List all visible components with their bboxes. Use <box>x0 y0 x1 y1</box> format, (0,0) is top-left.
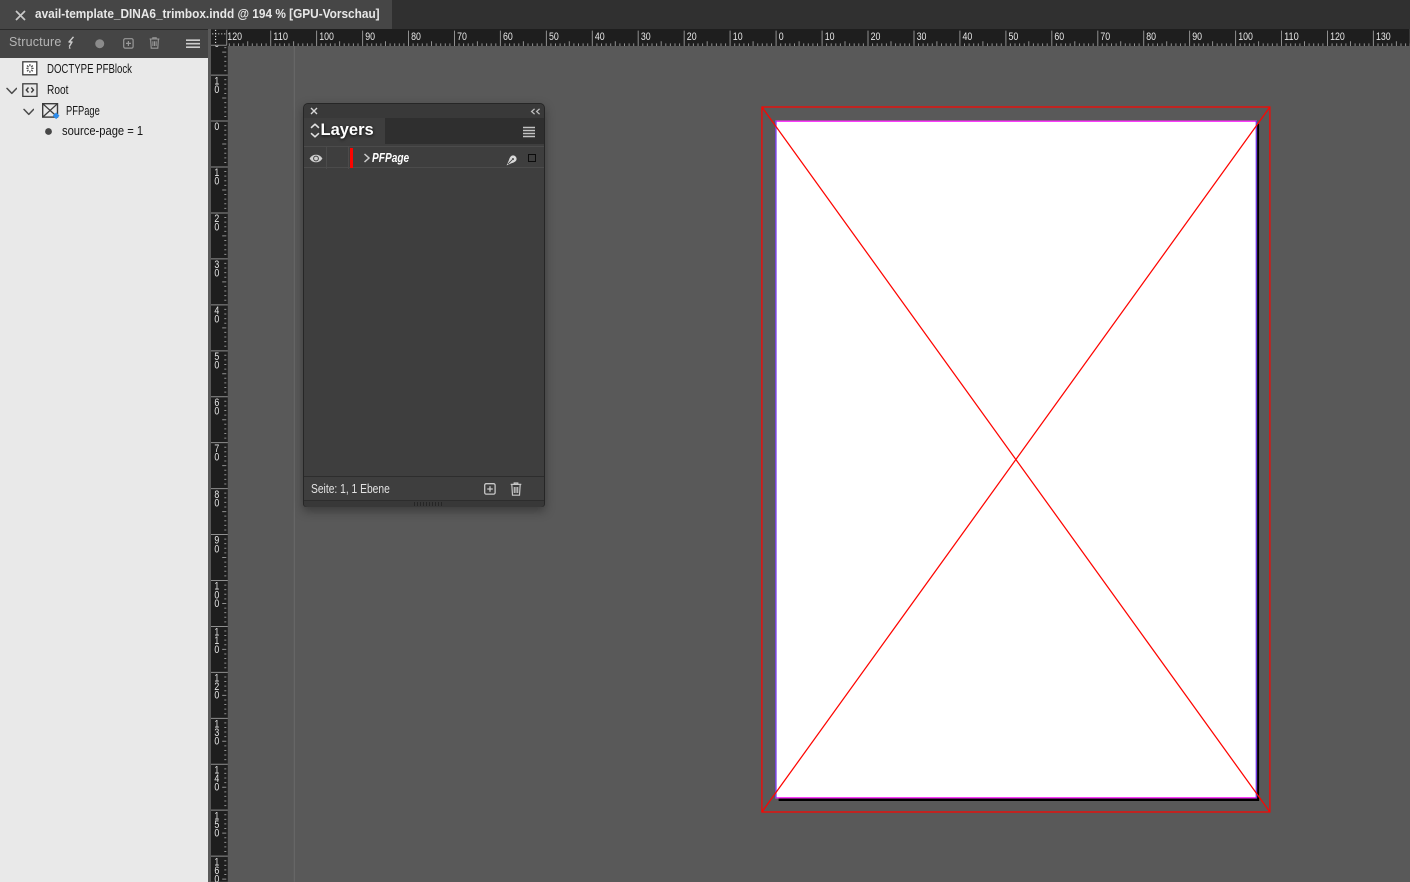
svg-text:120: 120 <box>228 31 243 43</box>
svg-text:60: 60 <box>1055 31 1065 43</box>
svg-text:0: 0 <box>215 176 220 188</box>
svg-text:0: 0 <box>215 498 220 510</box>
svg-text:40: 40 <box>595 31 605 43</box>
svg-text:90: 90 <box>1193 31 1203 43</box>
svg-text:130: 130 <box>1376 31 1391 43</box>
svg-text:20: 20 <box>687 31 697 43</box>
svg-text:0: 0 <box>215 782 220 794</box>
svg-text:90: 90 <box>366 31 376 43</box>
svg-text:0: 0 <box>215 84 220 96</box>
svg-text:0: 0 <box>215 122 220 134</box>
svg-text:0: 0 <box>215 690 220 702</box>
svg-text:10: 10 <box>825 31 835 43</box>
svg-text:120: 120 <box>1330 31 1345 43</box>
svg-text:50: 50 <box>1009 31 1019 43</box>
svg-text:0: 0 <box>215 544 220 556</box>
svg-text:0: 0 <box>215 360 220 372</box>
svg-text:110: 110 <box>274 31 289 43</box>
svg-text:20: 20 <box>871 31 881 43</box>
svg-text:0: 0 <box>215 222 220 234</box>
svg-text:30: 30 <box>641 31 651 43</box>
svg-text:60: 60 <box>503 31 513 43</box>
svg-text:110: 110 <box>1284 31 1299 43</box>
svg-text:80: 80 <box>411 31 421 43</box>
svg-text:100: 100 <box>320 31 335 43</box>
svg-text:0: 0 <box>215 828 220 840</box>
svg-text:0: 0 <box>215 736 220 748</box>
svg-text:40: 40 <box>963 31 973 43</box>
svg-text:80: 80 <box>1147 31 1157 43</box>
svg-text:0: 0 <box>215 644 220 656</box>
svg-text:10: 10 <box>733 31 743 43</box>
svg-text:70: 70 <box>457 31 467 43</box>
svg-text:100: 100 <box>1239 31 1254 43</box>
svg-text:0: 0 <box>215 406 220 418</box>
svg-text:0: 0 <box>779 31 784 43</box>
svg-text:0: 0 <box>215 314 220 326</box>
svg-text:0: 0 <box>215 268 220 280</box>
svg-text:0: 0 <box>215 452 220 464</box>
svg-text:70: 70 <box>1101 31 1111 43</box>
svg-text:0: 0 <box>215 874 220 882</box>
svg-text:50: 50 <box>549 31 559 43</box>
svg-text:0: 0 <box>215 598 220 610</box>
svg-text:30: 30 <box>917 31 927 43</box>
